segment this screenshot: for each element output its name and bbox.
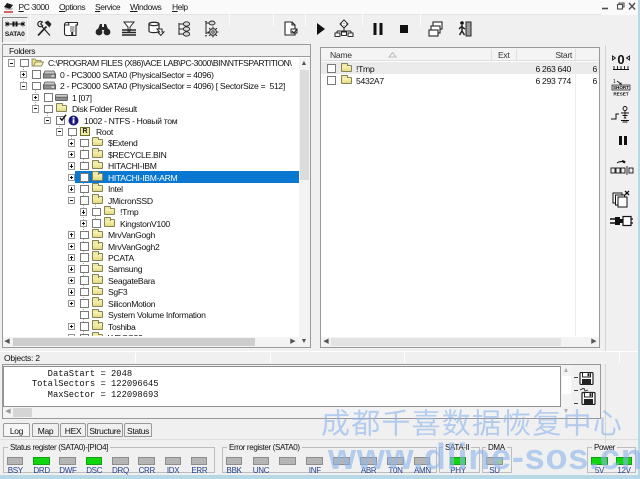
svg-text:0: 0 bbox=[617, 52, 624, 67]
svg-text:RESET: RESET bbox=[613, 92, 629, 97]
svg-text:SHORT: SHORT bbox=[613, 85, 629, 90]
svg-text:1: 1 bbox=[613, 79, 616, 85]
